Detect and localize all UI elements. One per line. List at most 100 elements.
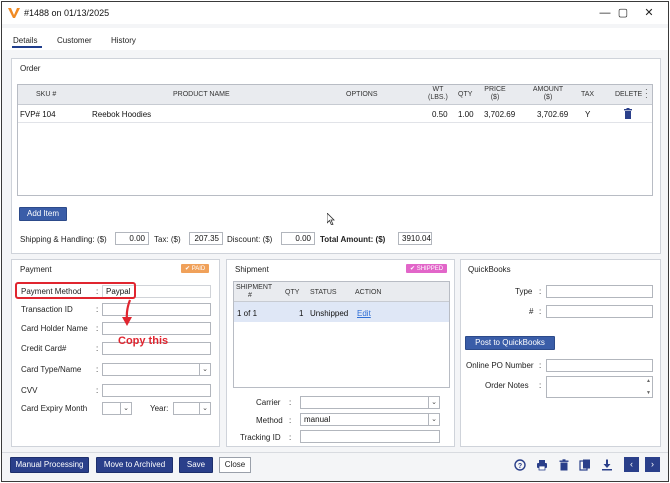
- col-wt: WT (LBS.): [428, 86, 448, 102]
- close-window-icon[interactable]: ✕: [640, 5, 658, 21]
- tracking-id-sep: :: [289, 433, 292, 442]
- online-po-input[interactable]: [546, 359, 653, 372]
- add-item-button[interactable]: Add Item: [19, 207, 67, 221]
- method-sep: :: [289, 416, 292, 425]
- col-shipment-line1: SHIPMENT: [236, 284, 273, 291]
- scroll-up-icon[interactable]: ▲: [646, 377, 651, 385]
- shipment-section-title: Shipment: [235, 265, 269, 274]
- print-icon[interactable]: [536, 459, 548, 471]
- chevron-down-icon: ⌄: [120, 403, 131, 414]
- total-label: Total Amount: ($): [320, 235, 386, 244]
- order-window: #1488 on 01/13/2025 — ▢ ✕ Details Custom…: [1, 1, 669, 482]
- tracking-id-label: Tracking ID: [240, 433, 281, 442]
- col-shipment: SHIPMENT #: [236, 284, 272, 300]
- chevron-down-icon: ⌄: [428, 397, 439, 408]
- previous-order-icon[interactable]: ‹: [624, 457, 639, 472]
- scroll-down-icon[interactable]: ▼: [646, 389, 651, 397]
- chevron-down-icon: ⌄: [199, 364, 210, 375]
- row-qty: 1.00: [458, 110, 474, 119]
- tax-label: Tax: ($): [154, 235, 181, 244]
- order-grid-header: SKU # PRODUCT NAME OPTIONS WT (LBS.) QTY …: [18, 85, 652, 105]
- col-amount: AMOUNT ($): [530, 86, 566, 102]
- help-icon[interactable]: ?: [514, 459, 526, 471]
- row-product: Reebok Hoodies: [92, 110, 152, 119]
- col-options: OPTIONS: [346, 91, 378, 98]
- move-to-archived-button[interactable]: Move to Archived: [96, 457, 173, 473]
- title-bar: #1488 on 01/13/2025 — ▢ ✕: [2, 2, 668, 24]
- qb-number-input[interactable]: [546, 305, 653, 318]
- order-notes-label: Order Notes: [485, 381, 529, 390]
- discount-input[interactable]: 0.00: [281, 232, 315, 245]
- method-value: manual: [304, 415, 331, 424]
- close-button[interactable]: Close: [219, 457, 251, 473]
- save-button[interactable]: Save: [179, 457, 213, 473]
- col-amount-line1: AMOUNT: [532, 86, 564, 93]
- active-tab-indicator: [12, 46, 42, 48]
- app-logo-icon: [8, 8, 20, 18]
- carrier-sep: :: [289, 398, 292, 407]
- manual-processing-button[interactable]: Manual Processing: [10, 457, 89, 473]
- table-row[interactable]: 1 of 1 1 Unshipped Edit: [234, 302, 449, 322]
- total-input[interactable]: 3910.04: [398, 232, 432, 245]
- ship-row-number: 1 of 1: [237, 309, 258, 318]
- tax-input[interactable]: 207.35: [189, 232, 223, 245]
- card-type-label: Card Type/Name: [21, 365, 82, 374]
- tab-details[interactable]: Details: [13, 36, 37, 45]
- col-qty: QTY: [458, 91, 473, 98]
- shipping-input[interactable]: 0.00: [115, 232, 149, 245]
- qb-type-input[interactable]: [546, 285, 653, 298]
- col-delete: DELETE: [615, 91, 643, 98]
- cvv-input[interactable]: [102, 384, 211, 397]
- online-po-sep: :: [539, 361, 542, 370]
- col-ship-action: ACTION: [355, 289, 382, 296]
- svg-text:?: ?: [518, 463, 522, 470]
- download-icon[interactable]: [601, 459, 613, 471]
- row-sku: FVP# 104: [20, 110, 56, 119]
- carrier-select[interactable]: ⌄: [300, 396, 440, 409]
- carrier-label: Carrier: [256, 398, 281, 407]
- next-order-icon[interactable]: ›: [645, 457, 660, 472]
- card-holder-label: Card Holder Name: [21, 324, 88, 333]
- table-row[interactable]: FVP# 104 Reebok Hoodies 0.50 1.00 3,702.…: [18, 105, 652, 123]
- tab-customer[interactable]: Customer: [57, 36, 92, 45]
- post-to-quickbooks-button[interactable]: Post to QuickBooks: [465, 336, 555, 350]
- col-price: PRICE ($): [481, 86, 509, 102]
- qb-type-sep: :: [539, 287, 542, 296]
- paid-badge: ✔ PAID: [181, 264, 210, 273]
- annotation-text: Copy this: [118, 335, 169, 347]
- annotation-highlight-box: [15, 282, 136, 299]
- mouse-cursor-icon: [327, 213, 335, 225]
- card-holder-input[interactable]: [102, 322, 211, 335]
- tracking-id-input[interactable]: [300, 430, 440, 443]
- ship-edit-link[interactable]: Edit: [357, 309, 371, 318]
- card-type-select[interactable]: ⌄: [102, 363, 211, 376]
- col-tax: TAX: [581, 91, 595, 98]
- col-wt-line2: (LBS.): [428, 94, 448, 101]
- method-select[interactable]: manual ⌄: [300, 413, 440, 426]
- trash-icon[interactable]: [623, 108, 633, 119]
- minimize-icon[interactable]: —: [596, 5, 614, 21]
- ship-row-qty: 1: [299, 309, 304, 318]
- payment-section-title: Payment: [20, 265, 52, 274]
- copy-document-icon[interactable]: [579, 459, 591, 471]
- col-price-line2: ($): [490, 94, 500, 101]
- shipping-label: Shipping & Handling: ($): [20, 235, 107, 244]
- col-wt-line1: WT: [432, 86, 444, 93]
- quickbooks-section-title: QuickBooks: [468, 265, 511, 274]
- delete-order-icon[interactable]: [558, 459, 570, 471]
- card-holder-sep: :: [96, 324, 99, 333]
- col-product: PRODUCT NAME: [173, 91, 230, 98]
- tab-bar: Details Customer History: [2, 28, 668, 50]
- row-amount: 3,702.69: [537, 110, 569, 119]
- qb-type-label: Type: [515, 287, 533, 296]
- credit-card-sep: :: [96, 344, 99, 353]
- order-notes-textarea[interactable]: ▲ ▼: [546, 376, 653, 398]
- maximize-icon[interactable]: ▢: [614, 5, 632, 21]
- col-sku: SKU #: [36, 91, 57, 98]
- column-menu-icon[interactable]: · · ·: [645, 86, 648, 102]
- expiry-month-select[interactable]: ⌄: [102, 402, 132, 415]
- transaction-id-input[interactable]: [102, 303, 211, 316]
- shipped-badge: ✔ SHIPPED: [406, 264, 448, 273]
- tab-history[interactable]: History: [111, 36, 136, 45]
- expiry-year-select[interactable]: ⌄: [173, 402, 211, 415]
